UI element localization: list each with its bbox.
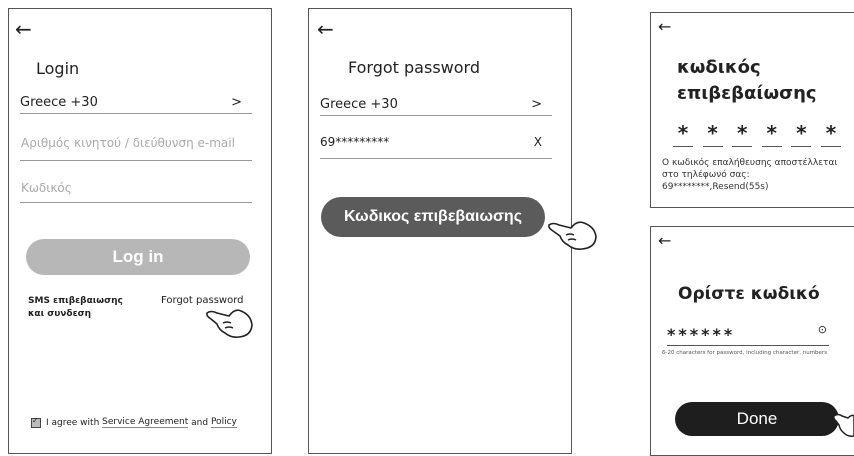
info-line1: Ο κωδικός επαλήθευσης αποστέλλεται [662, 158, 838, 168]
code-digit: * [673, 121, 693, 147]
chevron-right-icon: > [531, 97, 542, 112]
country-label: Greece +30 [20, 95, 98, 110]
login-button-label: Log in [112, 247, 164, 266]
country-selector[interactable]: Greece +30 > [20, 95, 250, 115]
code-digit: * [791, 121, 812, 147]
send-code-button-label: Κωδικος επιβεβαιωσης [343, 208, 523, 225]
set-password-screen: ← Ορίστε κωδικό ****** ⊙ 6-20 characters… [650, 226, 854, 456]
login-screen: ← Login Greece +30 > Αριθμός κινητού / δ… [8, 8, 272, 454]
divider [320, 115, 552, 116]
divider [20, 160, 252, 161]
back-arrow-icon[interactable]: ← [658, 233, 671, 249]
title-line1: κωδικός [677, 57, 761, 78]
phone-input[interactable]: 69********* X [320, 135, 550, 155]
back-arrow-icon[interactable]: ← [658, 19, 671, 35]
code-digit: * [761, 121, 782, 147]
password-input[interactable]: Κωδικός [21, 181, 72, 195]
page-title: Login [36, 59, 80, 78]
divider [20, 113, 252, 114]
chevron-right-icon: > [231, 95, 242, 110]
and-text: and [191, 417, 209, 428]
agree-text: I agree with [46, 417, 100, 428]
back-arrow-icon[interactable]: ← [317, 19, 334, 39]
sms-link-line2: και συνδεση [28, 309, 92, 319]
verification-code-screen: ← κωδικός επιβεβαίωσης * * * * * * Ο κωδ… [650, 12, 854, 208]
policy-link[interactable]: Policy [210, 417, 237, 428]
code-digit: * [702, 121, 723, 147]
eye-icon[interactable]: ⊙ [818, 323, 827, 336]
divider [320, 158, 552, 159]
pointing-hand-icon [205, 303, 255, 341]
check-icon: ✓ [32, 415, 39, 425]
code-digit: * [732, 121, 753, 147]
pointing-hand-icon [834, 410, 854, 440]
login-button[interactable]: Log in [26, 239, 250, 275]
agree-row: ✓ I agree with Service Agreement and Pol… [31, 415, 237, 428]
agree-checkbox[interactable]: ✓ [31, 415, 41, 428]
phone-value: 69********* [320, 135, 390, 149]
password-input[interactable]: ****** ⊙ [667, 323, 829, 346]
info-text: Ο κωδικός επαλήθευσης αποστέλλεται στο τ… [662, 157, 837, 193]
country-label: Greece +30 [320, 97, 398, 112]
resend-link[interactable]: 69********,Resend(55s) [662, 181, 837, 193]
page-title: Forgot password [348, 58, 480, 77]
send-code-button[interactable]: Κωδικος επιβεβαιωσης [321, 197, 545, 237]
done-button[interactable]: Done [675, 402, 839, 436]
code-input[interactable]: * * * * * * [673, 121, 841, 147]
info-line2: στο τηλέφωνό σας: [662, 170, 750, 180]
country-selector[interactable]: Greece +30 > [320, 97, 550, 117]
sms-login-link[interactable]: SMS επιβεβαιωσης και συνδεση [28, 295, 123, 321]
title-line2: επιβεβαίωσης [677, 83, 817, 104]
password-hint: 6-20 characters for password, including … [662, 350, 828, 356]
phone-email-input[interactable]: Αριθμός κινητού / διεύθυνση e-mail [21, 136, 251, 150]
divider [20, 202, 252, 203]
password-value: ****** [667, 325, 736, 344]
pointing-hand-icon [547, 215, 599, 253]
back-arrow-icon[interactable]: ← [15, 19, 32, 39]
forgot-password-screen: ← Forgot password Greece +30 > 69*******… [308, 8, 572, 454]
code-digit: * [820, 121, 841, 147]
service-agreement-link[interactable]: Service Agreement [102, 417, 189, 428]
done-button-label: Done [736, 409, 778, 428]
sms-link-line1: SMS επιβεβαιωσης [28, 296, 123, 306]
clear-icon[interactable]: X [534, 135, 542, 149]
page-title: Ορίστε κωδικό [678, 284, 820, 304]
page-title: κωδικός επιβεβαίωσης [677, 55, 817, 107]
